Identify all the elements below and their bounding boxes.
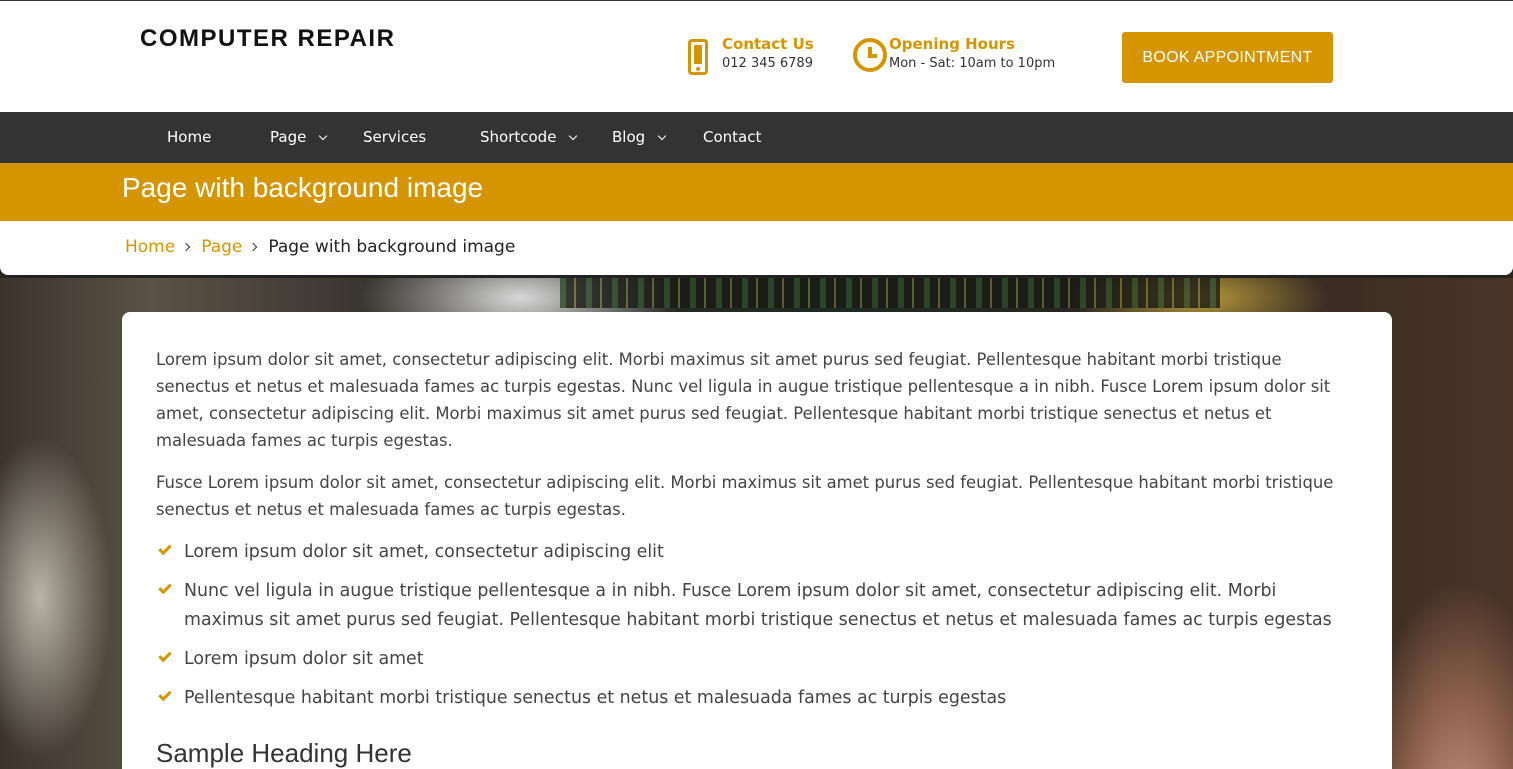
nav-item-page[interactable]: Page — [270, 112, 328, 163]
breadcrumb-home[interactable]: Home — [125, 237, 175, 257]
hours-title: Opening Hours — [889, 35, 1015, 53]
content-card: Lorem ipsum dolor sit amet, consectetur … — [122, 312, 1392, 769]
phone-icon — [686, 35, 722, 75]
contact-title: Contact Us — [722, 35, 814, 53]
nav-item-home[interactable]: Home — [167, 112, 211, 163]
page-title-bar: Page with background image — [0, 163, 1513, 221]
contact-info: Contact Us 012 345 6789 — [686, 35, 814, 75]
contact-phone: 012 345 6789 — [722, 56, 813, 71]
site-logo[interactable]: COMPUTER REPAIR — [140, 25, 395, 53]
page-title: Page with background image — [122, 172, 484, 203]
chevron-right-icon — [249, 242, 258, 252]
chevron-down-icon — [569, 131, 578, 141]
check-icon — [158, 648, 172, 663]
nav-item-shortcode[interactable]: Shortcode — [480, 112, 578, 163]
check-list: Lorem ipsum dolor sit amet, consectetur … — [156, 538, 1356, 723]
chevron-down-icon — [657, 131, 667, 141]
nav-item-blog[interactable]: Blog — [612, 112, 667, 163]
clock-icon — [853, 35, 889, 75]
check-icon — [158, 580, 172, 595]
breadcrumb: Home Page Page with background image — [125, 237, 515, 257]
check-icon — [158, 687, 172, 702]
nav-item-contact[interactable]: Contact — [703, 112, 761, 163]
check-icon — [158, 541, 172, 556]
site-header: COMPUTER REPAIR Contact Us 012 345 6789 … — [0, 0, 1513, 112]
list-item: Nunc vel ligula in augue tristique pelle… — [156, 577, 1356, 635]
list-item: Pellentesque habitant morbi tristique se… — [156, 684, 1356, 713]
nav-item-services[interactable]: Services — [363, 112, 426, 163]
content-paragraph: Fusce Lorem ipsum dolor sit amet, consec… — [156, 473, 1334, 519]
breadcrumb-page[interactable]: Page — [201, 237, 242, 257]
breadcrumb-current: Page with background image — [268, 237, 516, 257]
chevron-right-icon — [181, 242, 191, 252]
content-paragraph: Lorem ipsum dolor sit amet, consectetur … — [156, 350, 1331, 450]
opening-hours-info: Opening Hours Mon - Sat: 10am to 10pm — [853, 35, 1055, 75]
hours-detail: Mon - Sat: 10am to 10pm — [889, 56, 1056, 71]
book-appointment-button[interactable]: BOOK APPOINTMENT — [1122, 32, 1333, 83]
list-item: Lorem ipsum dolor sit amet — [156, 645, 1356, 674]
section-heading: Sample Heading Here — [156, 738, 412, 768]
main-nav: Home Page Services Shortcode Blog Contac… — [0, 112, 1513, 163]
chevron-down-icon — [319, 131, 328, 141]
breadcrumb-bar: Home Page Page with background image — [0, 221, 1513, 275]
list-item: Lorem ipsum dolor sit amet, consectetur … — [156, 538, 1356, 567]
